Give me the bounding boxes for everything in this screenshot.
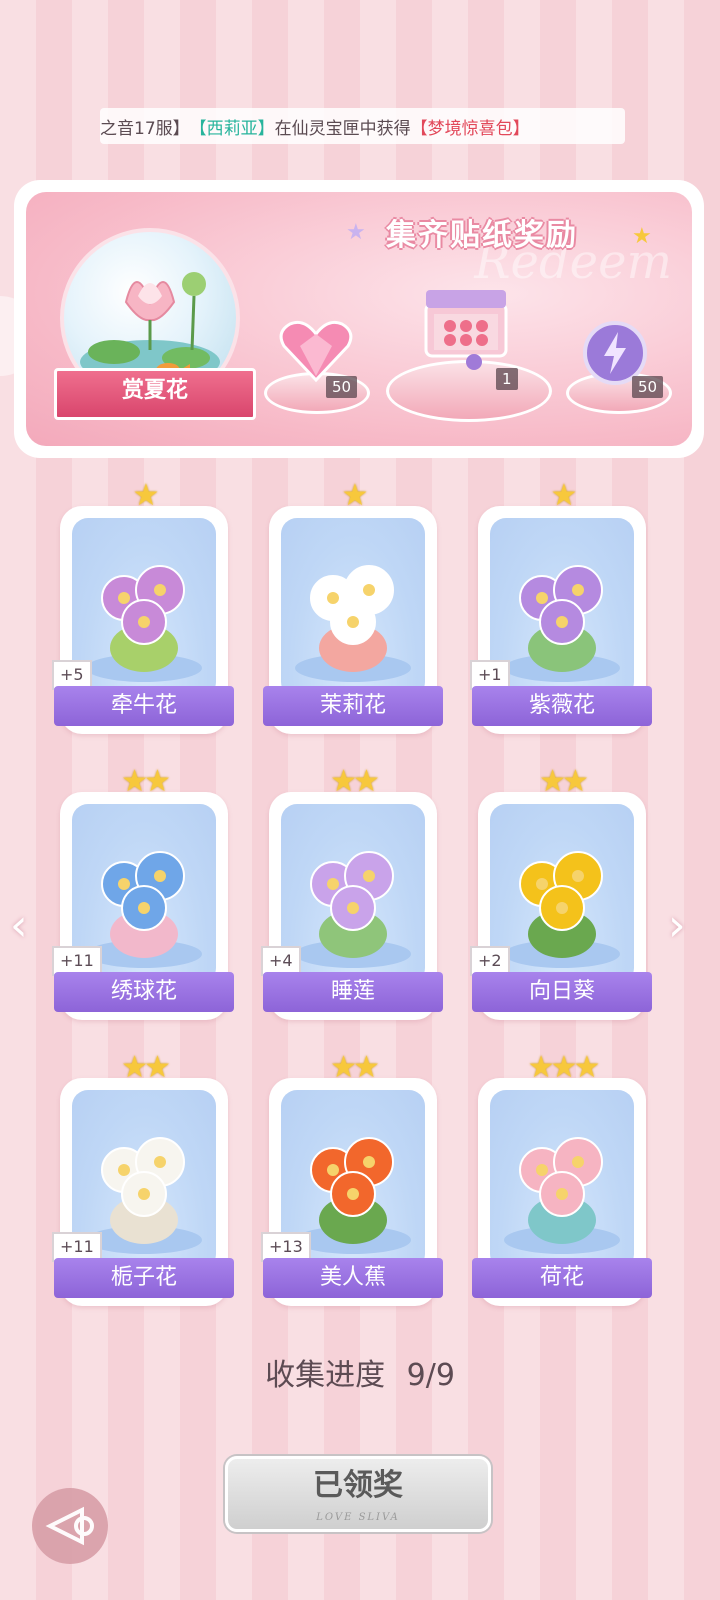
- collection-name-ribbon: 赏夏花: [54, 368, 256, 420]
- back-arrow-icon: [45, 1506, 94, 1546]
- lotus-icon: [490, 1090, 634, 1270]
- announcement-bar: 之音17服】 【西莉亚】 在仙灵宝匣中获得 【梦境惊喜包】: [100, 108, 625, 144]
- star-icon: ★: [330, 1050, 357, 1085]
- banner-title: 集齐贴纸奖励: [386, 218, 578, 253]
- flower-card[interactable]: ★★ +4 睡莲: [261, 764, 443, 1020]
- collection-progress: 收集进度 9/9: [0, 1350, 720, 1394]
- flower-name-label: 绣球花: [54, 972, 234, 1012]
- star-icon: ★: [144, 1050, 171, 1085]
- star-icon: ★: [132, 478, 160, 513]
- flower-card[interactable]: ★★ +11 绣球花: [52, 764, 234, 1020]
- star-icon: ★: [562, 764, 589, 799]
- rarity-stars: ★★★: [478, 1050, 646, 1085]
- progress-label: 收集进度: [265, 1358, 386, 1393]
- flower-card[interactable]: ★ 茉莉花: [263, 478, 443, 734]
- previous-page-arrow-icon[interactable]: ‹: [10, 900, 28, 951]
- claimed-reward-button[interactable]: 已领奖 LOVE SLIVA: [225, 1456, 491, 1532]
- rarity-stars: ★★: [269, 1050, 437, 1085]
- rarity-stars: ★★: [60, 764, 228, 799]
- star-icon: ★: [330, 764, 357, 799]
- flower-name-label: 紫薇花: [472, 686, 652, 726]
- announcement-item: 【梦境惊喜包】: [410, 118, 530, 139]
- rarity-stars: ★: [60, 478, 228, 513]
- star-icon: ★: [353, 764, 380, 799]
- star-icon: ★: [539, 764, 566, 799]
- flower-name-label: 美人蕉: [263, 1258, 443, 1298]
- flower-name-label: 向日葵: [472, 972, 652, 1012]
- star-icon: ★: [550, 1050, 578, 1085]
- rarity-stars: ★★: [60, 1050, 228, 1085]
- star-icon: ★: [550, 478, 578, 513]
- flower-card[interactable]: ★ +1 紫薇花: [470, 478, 652, 734]
- flower-name-label: 荷花: [472, 1258, 652, 1298]
- sunflower-icon: [490, 804, 634, 984]
- reward-banner: Redeem ★ ★ 集齐贴纸奖励 赏夏花 50 1 50: [14, 180, 704, 458]
- back-button[interactable]: [32, 1488, 108, 1564]
- reward-count: 50: [326, 376, 358, 398]
- jasmine-icon: [281, 518, 425, 698]
- flower-name-label: 牵牛花: [54, 686, 234, 726]
- morning-glory-icon: [72, 518, 216, 698]
- star-icon: ★: [121, 764, 148, 799]
- flower-card[interactable]: ★★★ 荷花: [472, 1050, 652, 1306]
- flower-name-label: 睡莲: [263, 972, 443, 1012]
- claimed-button-label: 已领奖: [313, 1468, 403, 1503]
- flower-card[interactable]: ★ +5 牵牛花: [52, 478, 234, 734]
- rarity-stars: ★★: [269, 764, 437, 799]
- star-decoration-icon: ★: [632, 224, 652, 249]
- reward-count: 50: [632, 376, 664, 398]
- flower-name-label: 栀子花: [54, 1258, 234, 1298]
- star-icon: ★: [144, 764, 171, 799]
- rarity-stars: ★: [478, 478, 646, 513]
- flower-card[interactable]: ★★ +11 栀子花: [52, 1050, 234, 1306]
- flower-name-label: 茉莉花: [263, 686, 443, 726]
- flower-card[interactable]: ★★ +13 美人蕉: [261, 1050, 443, 1306]
- next-page-arrow-icon[interactable]: ›: [668, 900, 686, 951]
- announcement-player: 【西莉亚】: [189, 118, 275, 139]
- star-icon: ★: [121, 1050, 148, 1085]
- star-icon: ★: [353, 1050, 380, 1085]
- star-icon: ★: [527, 1050, 555, 1085]
- gift-box-icon[interactable]: [416, 284, 516, 374]
- claimed-button-subtext: LOVE SLIVA: [316, 1512, 400, 1523]
- reward-banner-inner: Redeem ★ ★ 集齐贴纸奖励 赏夏花 50 1 50: [26, 192, 692, 446]
- flower-card[interactable]: ★★ +2 向日葵: [470, 764, 652, 1020]
- star-decoration-icon: ★: [346, 220, 366, 245]
- water-lily-icon: [281, 804, 425, 984]
- announcement-server: 之音17服】: [100, 118, 190, 139]
- star-icon: ★: [573, 1050, 600, 1085]
- reward-count: 1: [496, 368, 518, 390]
- progress-value: 9/9: [406, 1358, 455, 1393]
- star-icon: ★: [341, 478, 369, 513]
- rarity-stars: ★★: [478, 764, 646, 799]
- announcement-text: 在仙灵宝匣中获得: [274, 118, 411, 139]
- crape-myrtle-icon: [490, 518, 634, 698]
- rarity-stars: ★: [269, 478, 437, 513]
